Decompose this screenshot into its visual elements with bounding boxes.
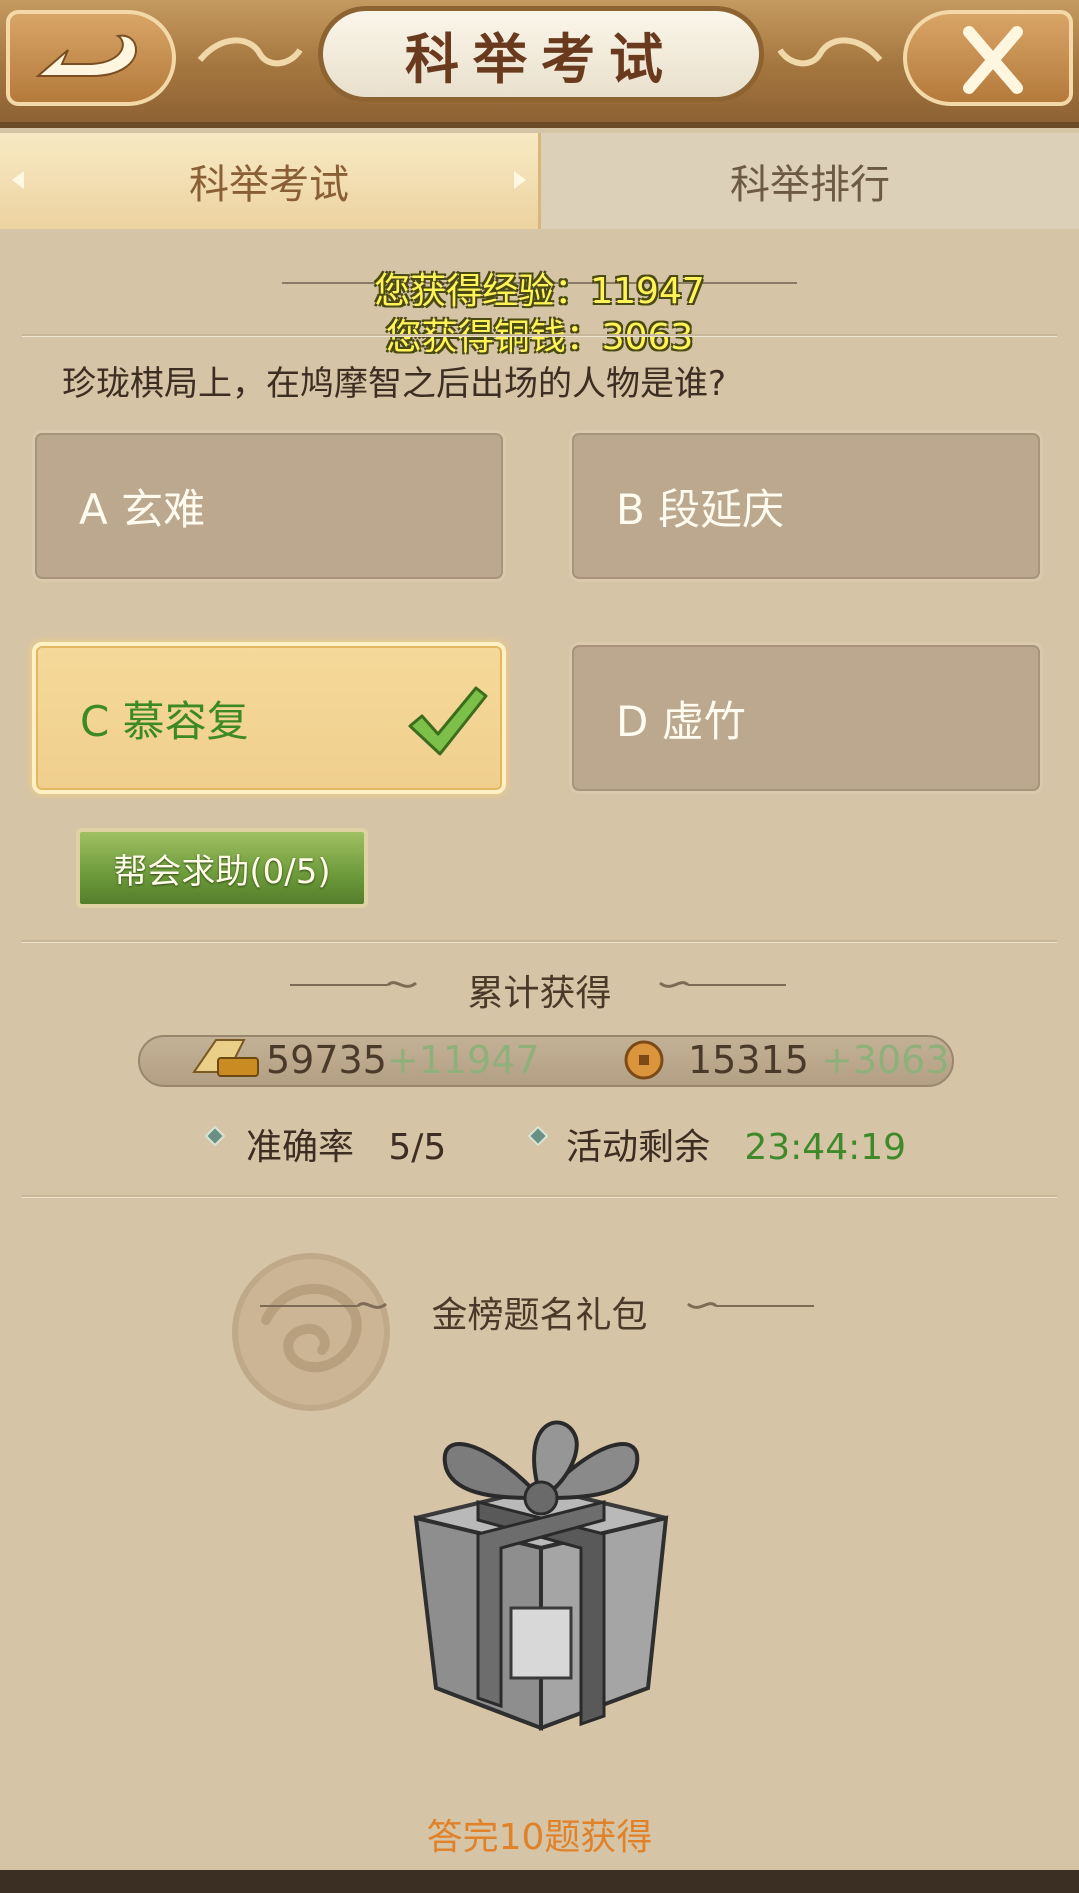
- remaining-label: 活动剩余: [566, 1127, 711, 1168]
- accuracy-label: 准确率: [246, 1127, 355, 1168]
- gift-box-icon[interactable]: [376, 1398, 706, 1738]
- remaining-timer: 23:44:19: [744, 1127, 907, 1168]
- option-a-label: A 玄难: [79, 484, 206, 534]
- guild-help-button[interactable]: 帮会求助(0/5): [76, 828, 368, 908]
- back-button[interactable]: [6, 10, 176, 106]
- bullet-diamond-icon: [528, 1126, 548, 1146]
- cumulative-title: 累计获得: [467, 973, 612, 1014]
- question-text: 珍珑棋局上，在鸠摩智之后出场的人物是谁?: [62, 364, 727, 404]
- option-b[interactable]: B 段延庆: [569, 430, 1043, 582]
- tab-right-arrow-icon: [514, 171, 526, 189]
- tab-exam-label: 科举考试: [189, 162, 349, 208]
- option-d[interactable]: D 虚竹: [569, 642, 1043, 794]
- option-a[interactable]: A 玄难: [32, 430, 506, 582]
- exp-reward-popup: 您获得经验：11947: [374, 271, 705, 312]
- option-d-label: D 虚竹: [616, 696, 746, 746]
- tab-bar: 科举考试 科举排行: [0, 133, 1079, 229]
- gift-title-ornament-right-icon: [687, 1302, 814, 1309]
- option-b-label: B 段延庆: [616, 484, 785, 534]
- close-button[interactable]: [903, 10, 1073, 106]
- coin-total: 15315: [688, 1038, 809, 1082]
- tab-exam[interactable]: 科举考试: [0, 133, 541, 229]
- tab-ranking[interactable]: 科举排行: [541, 133, 1079, 229]
- ornament-right-icon: [777, 37, 883, 67]
- exp-gain: +11947: [386, 1038, 540, 1082]
- accuracy-row: 准确率 5/5: [246, 1118, 446, 1170]
- title-ornament-right-icon: [659, 981, 786, 988]
- divider: [22, 940, 1057, 943]
- gift-caption: 答完10题获得: [426, 1817, 653, 1858]
- bottom-edge: [0, 1870, 1079, 1893]
- ornament-left-icon: [197, 37, 303, 67]
- page-title: 科举考试: [405, 26, 677, 91]
- divider: [22, 334, 1057, 337]
- accuracy-value: 5/5: [388, 1127, 447, 1168]
- divider: [22, 1195, 1057, 1198]
- exp-total-group: 59735+11947: [266, 1038, 540, 1082]
- option-c-label: C 慕容复: [80, 696, 249, 746]
- title-bar: 科举考试: [0, 0, 1079, 128]
- exp-scroll-icon: [192, 1039, 259, 1077]
- checkmark-icon: [408, 686, 488, 756]
- exp-total: 59735: [266, 1038, 387, 1082]
- gift-title: 金榜题名礼包: [431, 1295, 648, 1336]
- title-plaque: 科举考试: [318, 6, 764, 102]
- bullet-diamond-icon: [205, 1126, 225, 1146]
- back-arrow-icon: [35, 34, 138, 77]
- coin-gain: +3063: [820, 1038, 950, 1082]
- option-c[interactable]: C 慕容复: [32, 642, 506, 794]
- tab-ranking-label: 科举排行: [730, 162, 890, 208]
- remaining-row: 活动剩余 23:44:19: [566, 1118, 906, 1170]
- close-x-icon: [963, 26, 1023, 94]
- coin-total-group: 15315 +3063: [688, 1038, 950, 1082]
- tab-left-arrow-icon: [12, 171, 24, 189]
- copper-coin-icon: [624, 1040, 664, 1080]
